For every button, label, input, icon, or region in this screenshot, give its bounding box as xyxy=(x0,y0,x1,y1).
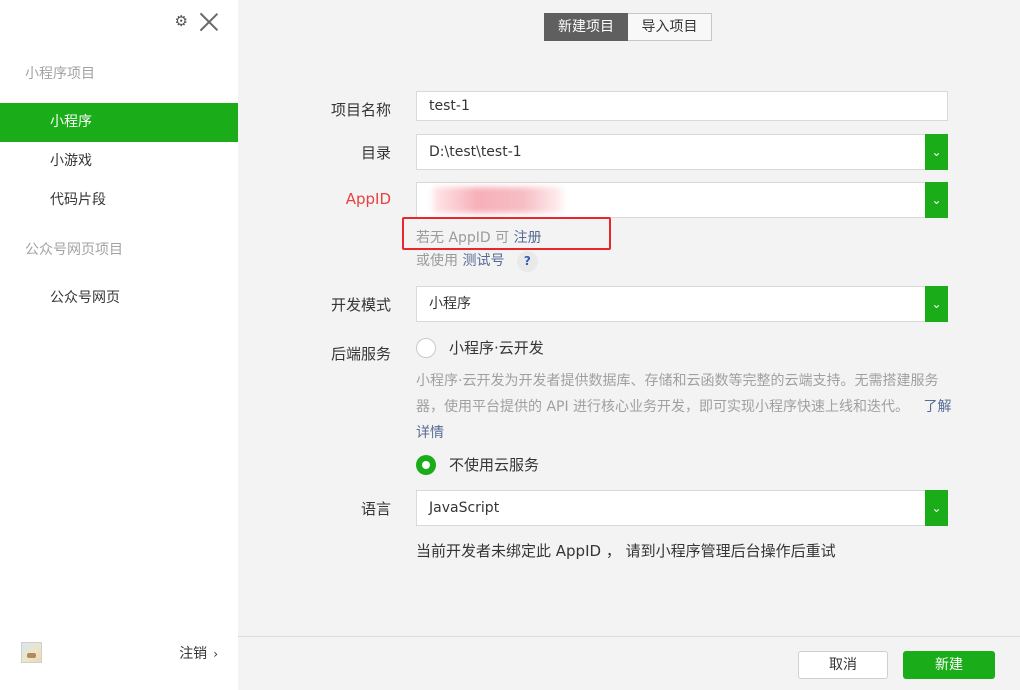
create-button[interactable]: 新建 xyxy=(903,651,995,679)
blurred-appid xyxy=(433,187,563,213)
directory-label: 目录 xyxy=(360,144,391,162)
language-value: JavaScript xyxy=(429,500,500,516)
gear-icon[interactable]: ⚙ xyxy=(175,11,188,31)
chevron-down-icon[interactable]: ⌄ xyxy=(925,134,948,170)
question-icon[interactable]: ? xyxy=(516,251,538,272)
test-account-hint: 或使用 测试号 ? xyxy=(416,250,538,272)
sidebar-item-minigame[interactable]: 小游戏 xyxy=(0,142,238,181)
no-appid-text: 若无 AppID 可 xyxy=(416,230,510,246)
chevron-right-icon: › xyxy=(213,647,218,661)
dev-mode-label: 开发模式 xyxy=(330,296,391,314)
sidebar-item-miniprogram[interactable]: 小程序 xyxy=(0,103,238,142)
language-label: 语言 xyxy=(360,500,391,518)
section-title-official-account: 公众号网页项目 xyxy=(25,242,123,258)
logout-button[interactable]: 注销 › xyxy=(179,643,218,663)
chevron-down-icon[interactable]: ⌄ xyxy=(925,286,948,322)
radio-cloud-dev[interactable]: 小程序·云开发 xyxy=(416,337,544,358)
sidebar-item-code-snippet[interactable]: 代码片段 xyxy=(0,181,238,220)
no-appid-hint: 若无 AppID 可 注册 xyxy=(416,227,542,247)
sidebar-footer: 注销 › xyxy=(0,634,238,690)
cancel-button[interactable]: 取消 xyxy=(798,651,888,679)
chevron-down-icon[interactable]: ⌄ xyxy=(925,182,948,218)
project-name-input[interactable]: test-1 xyxy=(416,91,948,121)
dev-mode-value: 小程序 xyxy=(429,296,471,312)
logout-label: 注销 xyxy=(179,646,208,662)
sidebar: ⚙ 小程序项目 小程序 小游戏 代码片段 公众号网页项目 公众号网页 注销 › xyxy=(0,0,238,690)
cloud-description: 小程序·云开发为开发者提供数据库、存储和云函数等完整的云端支持。无需搭建服务器，… xyxy=(416,368,956,446)
sidebar-item-official-webpage[interactable]: 公众号网页 xyxy=(0,279,238,318)
dev-mode-select[interactable]: 小程序 ⌄ xyxy=(416,286,948,322)
or-use-text: 或使用 xyxy=(416,253,458,269)
appid-label: AppID xyxy=(345,190,391,208)
cloud-description-text: 小程序·云开发为开发者提供数据库、存储和云函数等完整的云端支持。无需搭建服务器，… xyxy=(416,373,939,415)
radio-no-cloud[interactable]: 不使用云服务 xyxy=(416,454,539,475)
section-title-miniprogram: 小程序项目 xyxy=(25,66,95,82)
tab-new-project[interactable]: 新建项目 xyxy=(544,13,628,41)
radio-button[interactable] xyxy=(416,337,436,358)
project-name-label: 项目名称 xyxy=(330,101,391,119)
radio-cloud-label: 小程序·云开发 xyxy=(449,339,544,357)
directory-input[interactable]: D:\test\test-1 ⌄ xyxy=(416,134,948,170)
language-select[interactable]: JavaScript ⌄ xyxy=(416,490,948,526)
radio-button-checked[interactable] xyxy=(416,454,436,475)
directory-value: D:\test\test-1 xyxy=(429,144,522,160)
footer-bar: 取消 新建 xyxy=(238,636,1020,690)
chevron-down-icon[interactable]: ⌄ xyxy=(925,490,948,526)
backend-label: 后端服务 xyxy=(330,345,391,363)
tab-import-project[interactable]: 导入项目 xyxy=(628,13,712,41)
sidebar-top-controls: ⚙ xyxy=(175,10,220,32)
radio-no-cloud-label: 不使用云服务 xyxy=(449,456,540,474)
appid-binding-notice: 当前开发者未绑定此 AppID ， 请到小程序管理后台操作后重试 xyxy=(416,542,836,560)
project-tabs: 新建项目 导入项目 xyxy=(544,13,712,41)
register-link[interactable]: 注册 xyxy=(514,230,542,246)
avatar[interactable] xyxy=(21,642,42,663)
appid-input[interactable]: ⌄ xyxy=(416,182,948,218)
test-account-link[interactable]: 测试号 xyxy=(462,253,504,269)
close-icon[interactable] xyxy=(198,10,220,32)
